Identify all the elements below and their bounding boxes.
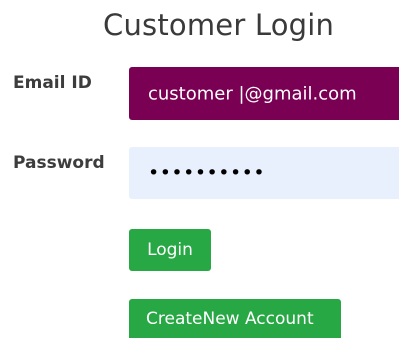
password-field[interactable]: •••••••••• xyxy=(129,147,399,199)
password-label: Password xyxy=(13,153,105,173)
email-label: Email ID xyxy=(13,73,92,93)
password-field-value: •••••••••• xyxy=(148,162,266,184)
create-account-button[interactable]: CreateNew Account xyxy=(129,299,341,338)
email-field[interactable]: customer |@gmail.com xyxy=(129,67,399,120)
page-title: Customer Login xyxy=(103,8,335,42)
email-field-value: customer |@gmail.com xyxy=(148,83,357,104)
login-button[interactable]: Login xyxy=(129,229,211,271)
